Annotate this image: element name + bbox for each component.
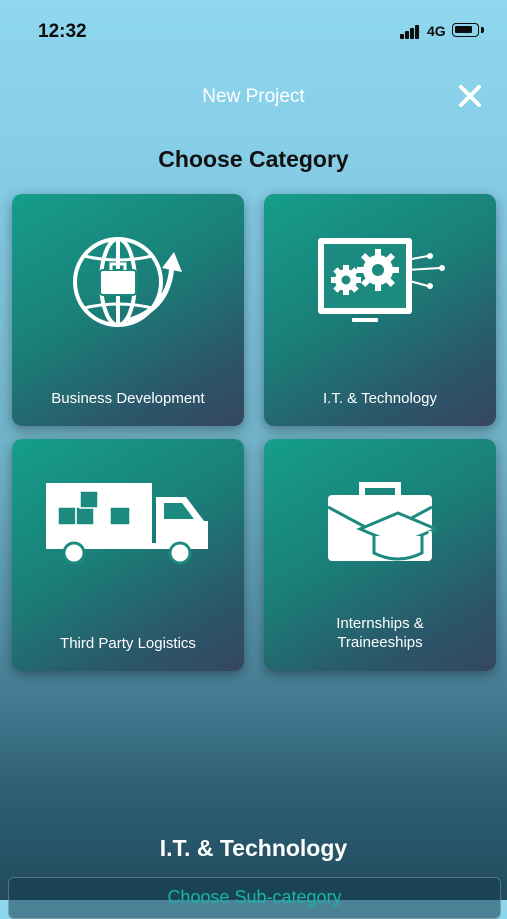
- status-bar: 12:32 4G: [0, 0, 507, 60]
- close-icon: [459, 85, 481, 107]
- category-label: I.T. & Technology: [323, 390, 437, 407]
- subcategory-selector[interactable]: Choose Sub-category: [8, 877, 501, 919]
- battery-tip: [481, 27, 484, 33]
- close-button[interactable]: [456, 82, 484, 110]
- category-card-business-development[interactable]: Business Development: [12, 194, 244, 426]
- status-time: 12:32: [38, 21, 87, 42]
- category-card-it-technology[interactable]: I.T. & Technology: [264, 194, 496, 426]
- section-title: Choose Category: [158, 146, 349, 172]
- selected-category-title: I.T. & Technology: [159, 835, 348, 861]
- category-label: Third Party Logistics: [60, 635, 196, 652]
- battery-icon: [452, 23, 479, 37]
- delivery-truck-icon: [46, 483, 208, 565]
- category-card-third-party-logistics[interactable]: Third Party Logistics: [12, 439, 244, 671]
- network-type: 4G: [427, 23, 446, 39]
- category-card-internships-traineeships[interactable]: Internships & Traineeships: [264, 439, 496, 671]
- category-label: Business Development: [51, 390, 205, 407]
- monitor-gears-icon: [318, 238, 445, 322]
- subcategory-placeholder: Choose Sub-category: [167, 887, 342, 907]
- signal-icon: [400, 25, 422, 39]
- briefcase-graduation-cap-icon: [327, 482, 436, 561]
- header-title: New Project: [202, 86, 305, 107]
- globe-briefcase-icon: [73, 237, 182, 327]
- category-label: Internships & Traineeships: [336, 615, 424, 651]
